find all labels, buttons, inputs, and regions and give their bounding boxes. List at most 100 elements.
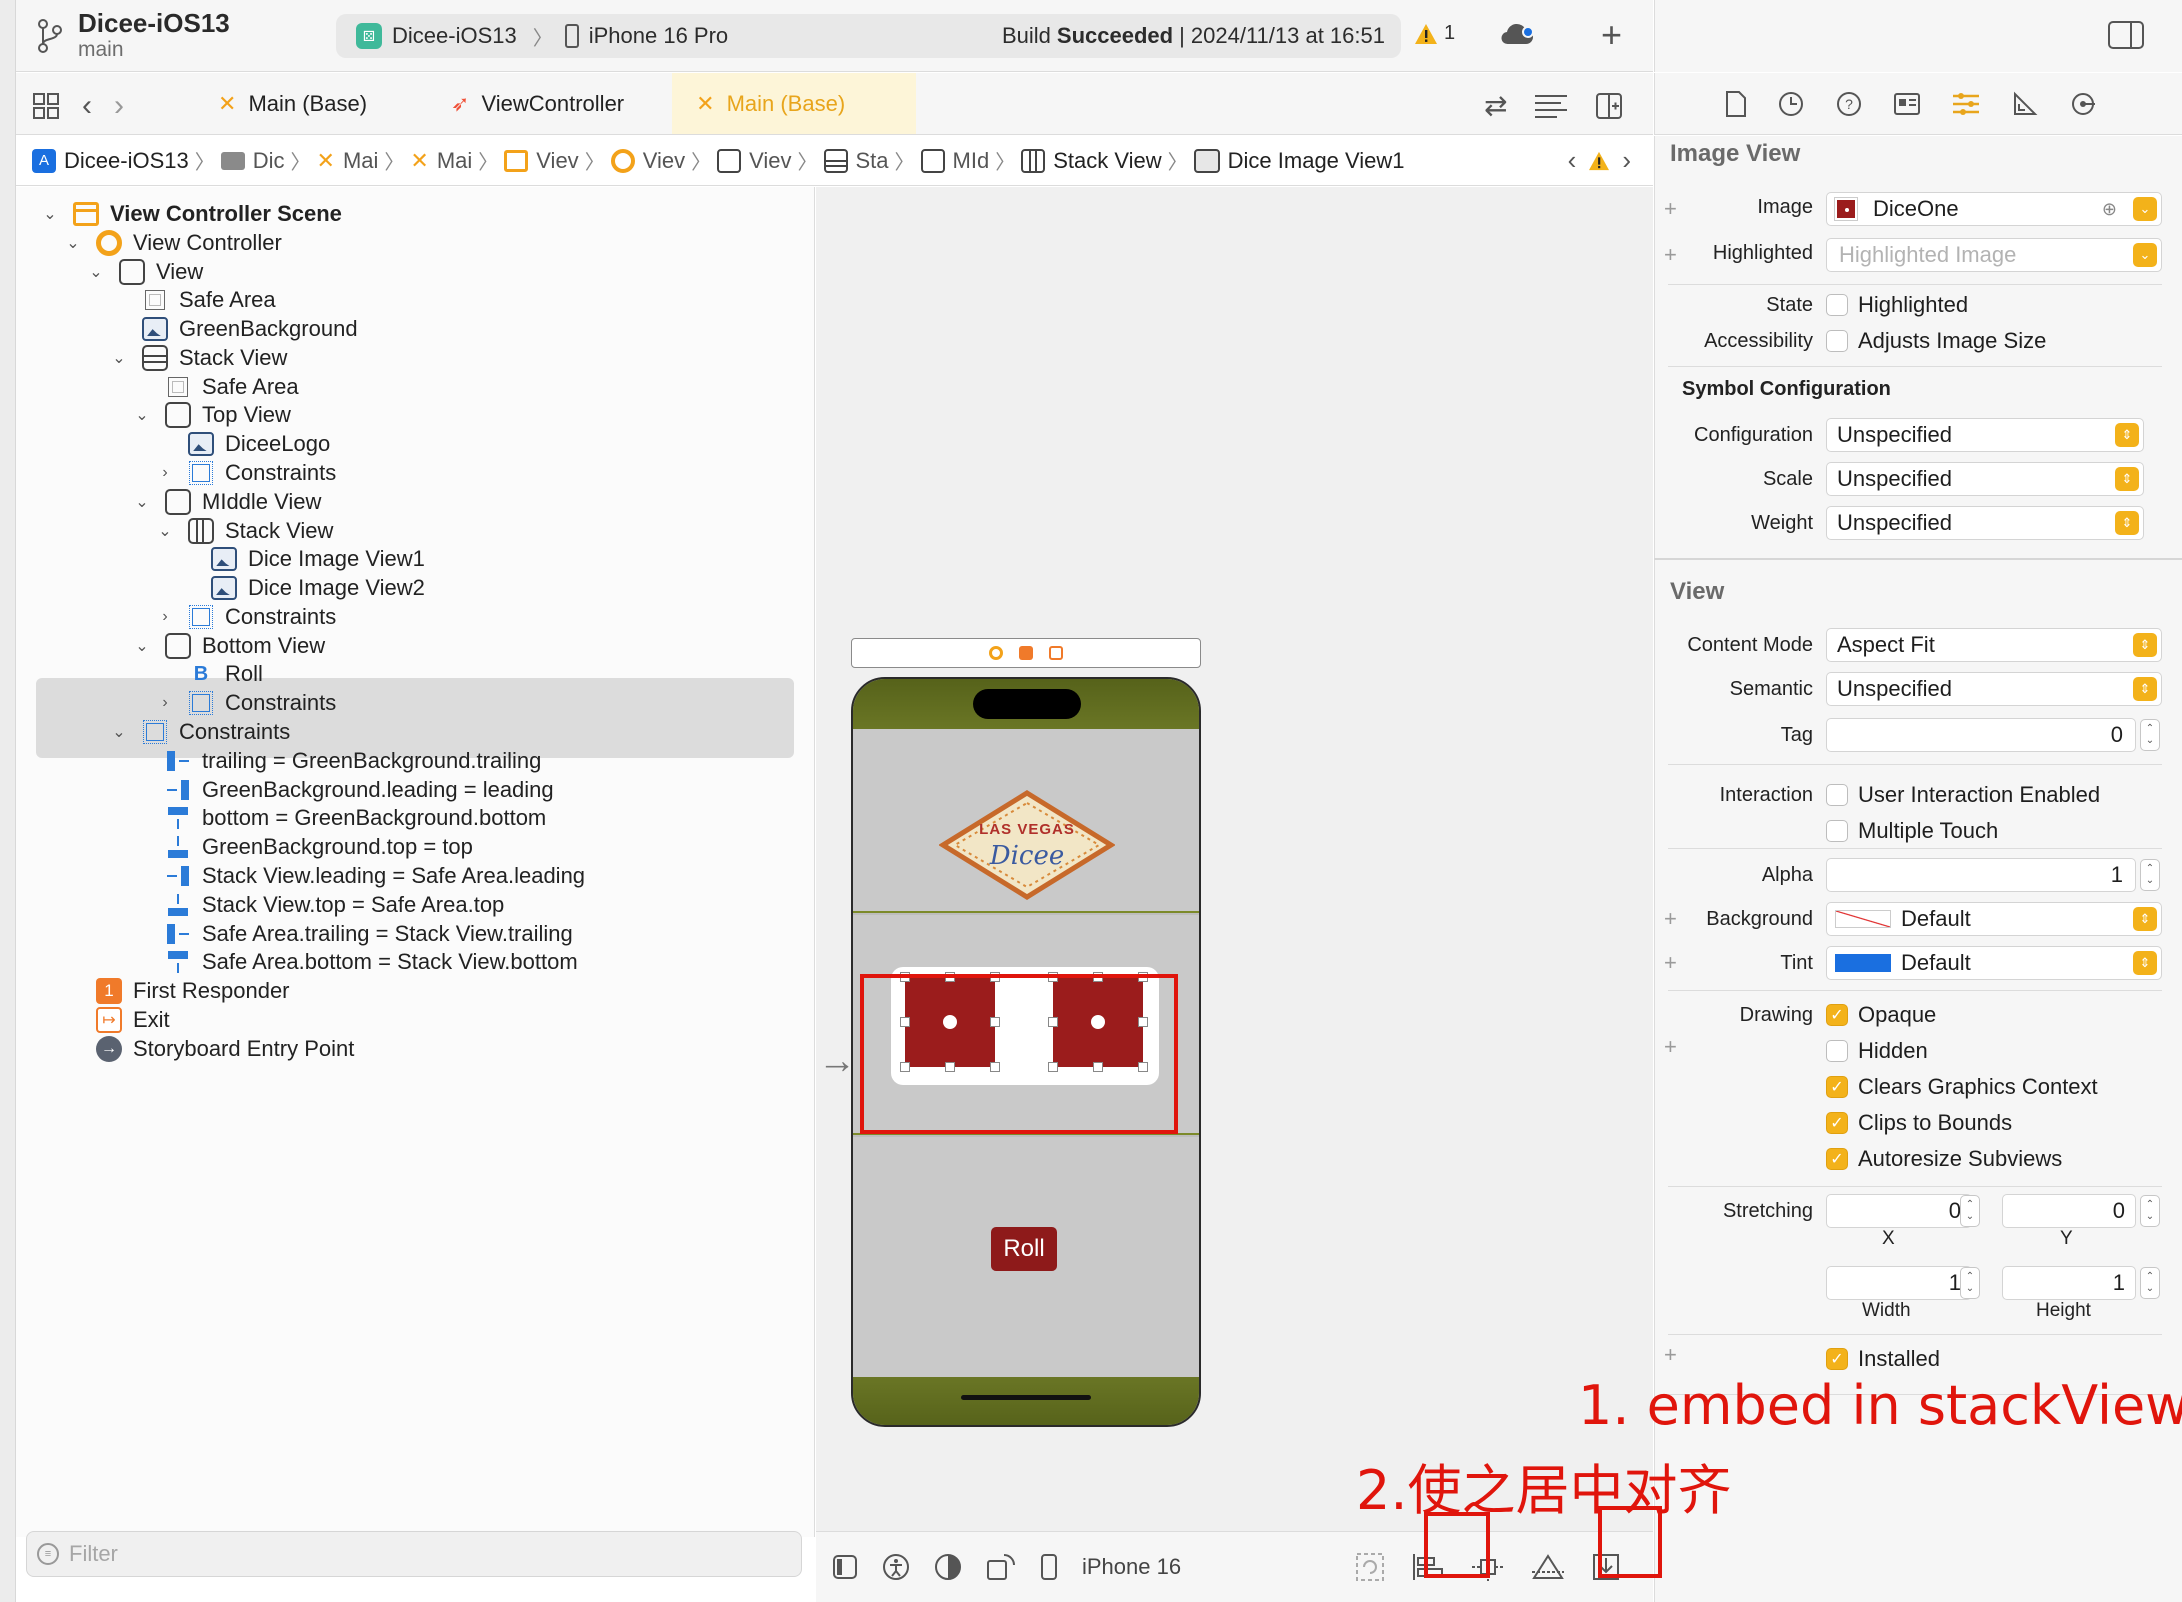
disclosure-open-icon[interactable]: ⌄ <box>155 521 175 541</box>
background-color-select[interactable]: Default ⇕ <box>1826 902 2162 936</box>
disclosure-closed-icon[interactable]: › <box>155 464 175 482</box>
build-status[interactable]: Build Succeeded | 2024/11/13 at 16:51 <box>1002 23 1385 49</box>
autoresize-subviews-checkbox[interactable]: ✓ Autoresize Subviews <box>1826 1144 2062 1174</box>
crumb-horizontal-stack[interactable]: Stack View <box>1021 148 1162 174</box>
swap-icon[interactable]: ⇄ <box>1484 89 1507 122</box>
add-variation-icon[interactable]: + <box>1664 950 1677 976</box>
scene-dock[interactable] <box>851 638 1201 668</box>
alpha-stepper[interactable]: ⌃ ⌄ <box>2140 859 2160 891</box>
update-frames-icon[interactable] <box>1355 1552 1385 1582</box>
disclosure-open-icon[interactable]: ⌄ <box>109 348 129 368</box>
device-selector[interactable]: iPhone 16 Pro <box>564 23 728 49</box>
crumb-storyboard-base[interactable]: ✕ Mai <box>410 148 472 174</box>
opaque-checkbox[interactable]: ✓ Opaque <box>1826 1000 1936 1030</box>
add-variation-icon[interactable]: + <box>1664 242 1677 268</box>
tab-viewcontroller[interactable]: ➶ ViewController <box>427 73 648 134</box>
attributes-inspector-icon[interactable] <box>1951 90 1981 118</box>
history-inspector-icon[interactable] <box>1777 90 1805 118</box>
stretch-y-stepper[interactable]: ⌃ ⌄ <box>2140 1195 2160 1227</box>
scale-select[interactable]: Unspecified ⇕ <box>1826 462 2144 496</box>
toggle-outline-icon[interactable] <box>832 1554 858 1580</box>
warning-indicator[interactable]: 1 <box>1414 22 1455 45</box>
add-icon[interactable]: + <box>1601 14 1622 56</box>
tab-main-base-active[interactable]: ✕ Main (Base) <box>672 73 917 134</box>
disclosure-closed-icon[interactable]: › <box>155 608 175 626</box>
multiple-touch-checkbox[interactable]: Multiple Touch <box>1826 816 1998 846</box>
crumb-middle-view[interactable]: MId <box>920 148 989 174</box>
file-inspector-icon[interactable] <box>1725 90 1747 118</box>
disclosure-open-icon[interactable]: ⌄ <box>86 262 106 282</box>
appearance-icon[interactable] <box>934 1553 962 1581</box>
resolve-issues-icon[interactable] <box>1531 1552 1565 1582</box>
cloud-status-icon[interactable] <box>1500 20 1536 48</box>
branch-name[interactable]: main <box>78 38 124 62</box>
disclosure-open-icon[interactable]: ⌄ <box>40 204 60 224</box>
disclosure-open-icon[interactable]: ⌄ <box>132 492 152 512</box>
clips-to-bounds-checkbox[interactable]: ✓ Clips to Bounds <box>1826 1108 2012 1138</box>
crumb-project[interactable]: A Dicee-iOS13 <box>32 148 189 174</box>
bottom-view[interactable]: Roll <box>853 1137 1199 1377</box>
disclosure-closed-icon[interactable]: › <box>155 694 175 712</box>
configuration-select[interactable]: Unspecified ⇕ <box>1826 418 2144 452</box>
highlighted-image-field[interactable]: Highlighted Image ⌄ <box>1826 238 2162 272</box>
project-name[interactable]: Dicee-iOS13 <box>78 8 230 39</box>
crumb-view-controller[interactable]: Viev <box>610 148 685 174</box>
forward-icon[interactable]: › <box>114 89 124 123</box>
chevron-down-icon[interactable]: ⌄ <box>2133 243 2157 267</box>
stretch-height-field[interactable]: 1 <box>2002 1266 2136 1300</box>
add-variation-icon[interactable]: + <box>1664 1342 1677 1368</box>
add-variation-icon[interactable]: + <box>1664 196 1677 222</box>
disclosure-open-icon[interactable]: ⌄ <box>63 233 83 253</box>
weight-select[interactable]: Unspecified ⇕ <box>1826 506 2144 540</box>
crumb-storyboard[interactable]: ✕ Mai <box>317 148 379 174</box>
go-to-asset-icon[interactable]: ⊕ <box>2102 199 2117 220</box>
tab-main-base-1[interactable]: ✕ Main (Base) <box>194 73 391 134</box>
image-field[interactable]: DiceOne ⊕ ⌄ <box>1826 192 2162 226</box>
user-interaction-checkbox[interactable]: User Interaction Enabled <box>1826 780 2100 810</box>
crumb-dice-image-view[interactable]: Dice Image View1 <box>1193 148 1405 174</box>
device-icon[interactable] <box>1040 1553 1058 1581</box>
connections-inspector-icon[interactable] <box>2069 90 2097 118</box>
stretch-width-stepper[interactable]: ⌃ ⌄ <box>1960 1267 1980 1299</box>
add-editor-icon[interactable] <box>1595 92 1623 120</box>
accessibility-icon[interactable] <box>882 1553 910 1581</box>
add-variation-icon[interactable]: + <box>1664 906 1677 932</box>
add-variation-icon[interactable]: + <box>1664 1034 1677 1060</box>
tag-stepper[interactable]: ⌃ ⌄ <box>2140 719 2160 751</box>
lines-icon[interactable] <box>1533 93 1569 119</box>
tint-color-select[interactable]: Default ⇕ <box>1826 946 2162 980</box>
crumb-folder[interactable]: Dic <box>220 148 285 174</box>
back-icon[interactable]: ‹ <box>82 89 92 123</box>
roll-button[interactable]: Roll <box>991 1227 1057 1271</box>
outline-row[interactable]: → Storyboard Entry Point <box>63 1029 354 1069</box>
size-inspector-icon[interactable] <box>2011 90 2039 118</box>
orientation-icon[interactable] <box>986 1553 1016 1581</box>
help-inspector-icon[interactable]: ? <box>1835 90 1863 118</box>
disclosure-open-icon[interactable]: ⌄ <box>109 722 129 742</box>
crumb-stack-view[interactable]: Sta <box>823 148 889 174</box>
adjusts-image-size-checkbox[interactable]: Adjusts Image Size <box>1826 326 2046 356</box>
device-label[interactable]: iPhone 16 <box>1082 1554 1181 1580</box>
identity-inspector-icon[interactable] <box>1893 90 1921 118</box>
highlighted-checkbox[interactable]: Highlighted <box>1826 290 1968 320</box>
disclosure-open-icon[interactable]: ⌄ <box>132 405 152 425</box>
stretch-y-field[interactable]: 0 <box>2002 1194 2136 1228</box>
grid-icon[interactable] <box>32 92 60 120</box>
tag-field[interactable]: 0 <box>1826 718 2136 752</box>
stretch-x-stepper[interactable]: ⌃ ⌄ <box>1960 1195 1980 1227</box>
next-issue-icon[interactable]: › <box>1622 145 1631 176</box>
clears-graphics-checkbox[interactable]: ✓ Clears Graphics Context <box>1826 1072 2098 1102</box>
scheme-selector[interactable]: ⚄ Dicee-iOS13 〉 <box>356 22 559 51</box>
top-view[interactable]: LAS VEGAS Dicee <box>853 729 1199 913</box>
hidden-checkbox[interactable]: Hidden <box>1826 1036 1928 1066</box>
toggle-inspector-icon[interactable] <box>2107 20 2145 50</box>
stretch-x-field[interactable]: 0 <box>1826 1194 1972 1228</box>
installed-checkbox[interactable]: ✓ Installed <box>1826 1344 1940 1374</box>
stretch-width-field[interactable]: 1 <box>1826 1266 1972 1300</box>
semantic-select[interactable]: Unspecified ⇕ <box>1826 672 2162 706</box>
filter-field[interactable]: ≡ Filter <box>26 1531 802 1577</box>
stretch-height-stepper[interactable]: ⌃ ⌄ <box>2140 1267 2160 1299</box>
crumb-view[interactable]: Viev <box>717 148 792 174</box>
previous-issue-icon[interactable]: ‹ <box>1568 145 1577 176</box>
alpha-field[interactable]: 1 <box>1826 858 2136 892</box>
